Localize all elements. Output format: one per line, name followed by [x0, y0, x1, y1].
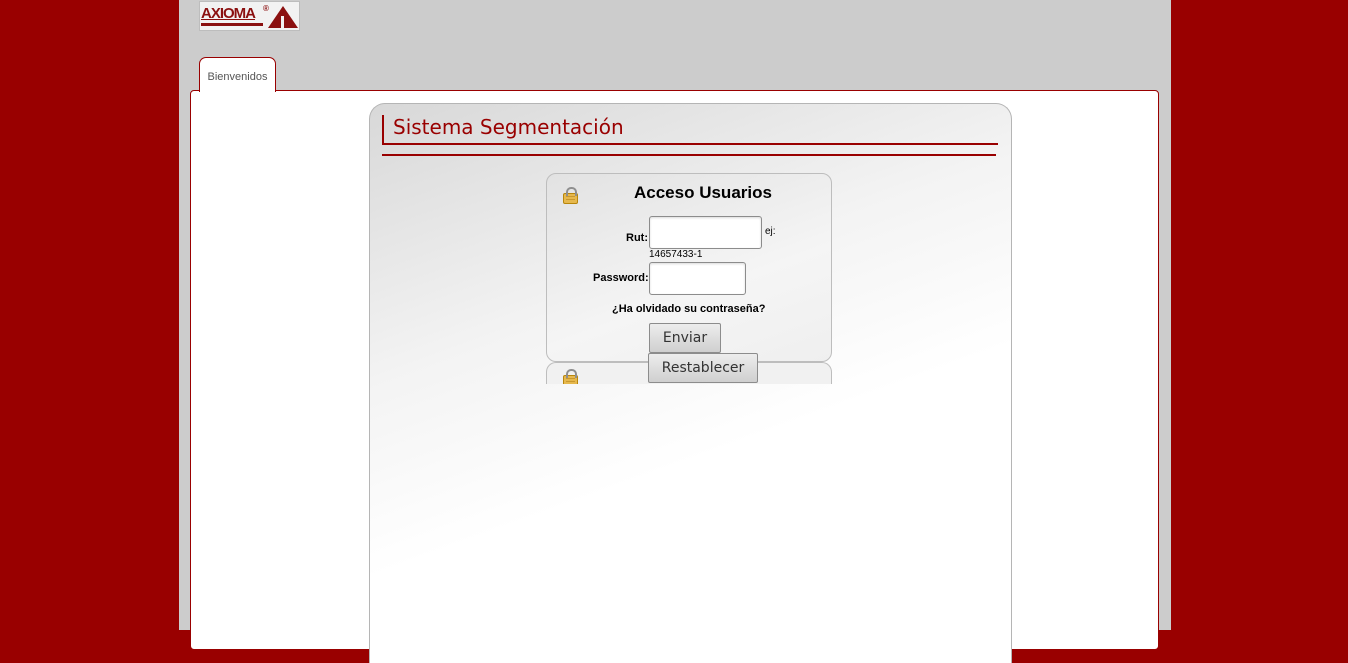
rut-hint-example: 14657433-1: [649, 249, 703, 260]
page-container: AXIOMA ® Bienvenidos Sistema Segmentació…: [179, 0, 1171, 663]
rut-label: Rut:: [626, 232, 648, 244]
content-panel: Sistema Segmentación Acceso Usuarios Rut…: [190, 90, 1159, 663]
page-title-bar: Sistema Segmentación: [382, 115, 998, 145]
submit-button[interactable]: Enviar: [649, 323, 721, 353]
axioma-logo[interactable]: AXIOMA ®: [199, 1, 300, 31]
login-box: Acceso Usuarios Rut: ej: 14657433-1 Pass…: [546, 173, 832, 362]
page-title: Sistema Segmentación: [393, 115, 624, 139]
title-divider: [382, 154, 996, 156]
password-input[interactable]: [649, 262, 746, 295]
lock-icon: [563, 187, 578, 204]
forgot-password-link[interactable]: ¿Ha olvidado su contraseña?: [612, 303, 765, 315]
tab-bienvenidos-label: Bienvenidos: [207, 71, 268, 83]
logo-tagline-bar: [201, 23, 263, 26]
password-label: Password:: [593, 272, 649, 284]
main-content-box: Sistema Segmentación Acceso Usuarios Rut…: [369, 103, 1012, 663]
login-title: Acceso Usuarios: [634, 183, 772, 202]
tab-bienvenidos[interactable]: Bienvenidos: [199, 57, 276, 92]
lock-icon: [563, 369, 578, 384]
reset-button[interactable]: Restablecer: [648, 353, 758, 383]
rut-input[interactable]: [649, 216, 762, 249]
logo-wordmark: AXIOMA: [201, 5, 256, 22]
rut-hint-prefix: ej:: [765, 226, 776, 237]
